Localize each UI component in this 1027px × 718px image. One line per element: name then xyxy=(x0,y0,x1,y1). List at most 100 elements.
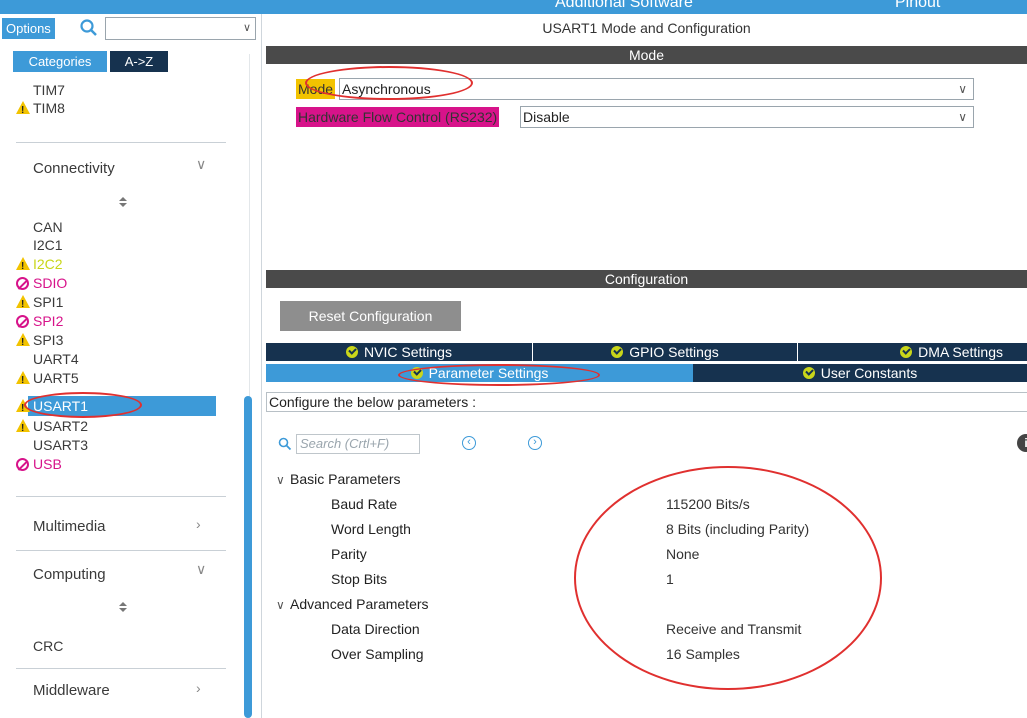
search-icon[interactable] xyxy=(78,17,100,39)
group-basic-parameters[interactable]: ∨ Basic Parameters xyxy=(276,471,400,487)
sidebar: Options ∨ Categories A->Z TIM7 TIM8 Conn… xyxy=(0,14,262,718)
scrollbar-thumb[interactable] xyxy=(244,396,252,718)
warning-icon xyxy=(16,419,31,437)
param-value[interactable]: None xyxy=(666,546,699,562)
mode-label: Mode xyxy=(296,79,336,99)
page-title: USART1 Mode and Configuration xyxy=(542,20,751,36)
chevron-down-icon[interactable]: ∨ xyxy=(196,156,206,173)
tree-item-label: USART2 xyxy=(33,418,88,434)
tree-item-uart5[interactable]: UART5 xyxy=(16,370,79,389)
chevron-down-icon[interactable]: ∨ xyxy=(196,561,206,578)
tree-item-label: I2C2 xyxy=(33,256,63,272)
chevron-down-icon[interactable]: ∨ xyxy=(243,21,251,34)
tab-parameter-settings[interactable]: Parameter Settings xyxy=(266,364,693,382)
flow-control-label: Hardware Flow Control (RS232) xyxy=(296,107,500,127)
tree-item-tim7[interactable]: TIM7 xyxy=(33,82,65,99)
options-row: Options ∨ xyxy=(0,14,261,42)
tree-item-label: USB xyxy=(33,456,62,472)
tree-item-i2c2[interactable]: I2C2 xyxy=(16,256,63,275)
categories-button[interactable]: Categories xyxy=(13,51,107,72)
param-value[interactable]: 8 Bits (including Parity) xyxy=(666,521,809,537)
tree-item-spi2[interactable]: SPI2 xyxy=(16,313,64,330)
chevron-down-icon[interactable]: ∨ xyxy=(958,107,967,127)
pinout-tab[interactable]: Pinout xyxy=(895,0,940,12)
check-icon xyxy=(611,346,624,358)
divider xyxy=(16,496,226,497)
tree-item-i2c1[interactable]: I2C1 xyxy=(33,237,63,254)
category-middleware[interactable]: Middleware xyxy=(33,682,110,699)
search-icon xyxy=(278,437,292,451)
tab-dma-settings[interactable]: DMA Settings xyxy=(798,343,1027,361)
divider xyxy=(16,550,226,551)
configuration-header: Configuration xyxy=(266,270,1027,288)
tab-nvic-settings[interactable]: NVIC Settings xyxy=(266,343,532,361)
flow-control-value: Disable xyxy=(523,109,570,125)
chevron-down-icon[interactable]: ∨ xyxy=(958,79,967,99)
options-button[interactable]: Options xyxy=(2,18,55,39)
tree-item-usart3[interactable]: USART3 xyxy=(33,437,88,454)
warning-icon xyxy=(16,399,31,417)
a-to-z-button[interactable]: A->Z xyxy=(110,51,168,72)
previous-icon[interactable]: ‹ xyxy=(462,436,476,450)
mode-select[interactable]: Asynchronous ∨ xyxy=(339,78,974,100)
tab-label: NVIC Settings xyxy=(364,344,452,360)
tab-gpio-settings[interactable]: GPIO Settings xyxy=(533,343,797,361)
additional-software-tab[interactable]: Additional Software xyxy=(555,0,693,12)
parameter-search-input[interactable]: Search (Crtl+F) xyxy=(296,434,420,454)
tree-item-label: UART5 xyxy=(33,370,79,386)
param-name: Data Direction xyxy=(331,621,420,637)
tree-item-usart2[interactable]: USART2 xyxy=(16,418,88,437)
group-advanced-parameters[interactable]: ∨ Advanced Parameters xyxy=(276,596,429,612)
category-connectivity[interactable]: Connectivity xyxy=(33,160,115,177)
info-icon[interactable]: i xyxy=(1017,434,1027,452)
flow-control-select[interactable]: Disable ∨ xyxy=(520,106,974,128)
param-name: Stop Bits xyxy=(331,571,388,587)
chevron-right-icon[interactable]: › xyxy=(196,516,201,532)
disabled-icon xyxy=(16,458,29,471)
param-value[interactable]: 16 Samples xyxy=(666,646,740,662)
configure-instructions: Configure the below parameters : xyxy=(266,392,1027,412)
tree-item-spi1[interactable]: SPI1 xyxy=(16,294,63,313)
warning-icon xyxy=(16,257,31,275)
mode-row: Mode Asynchronous ∨ xyxy=(296,78,974,100)
tab-user-constants[interactable]: User Constants xyxy=(693,364,1027,382)
tree-item-label: SPI2 xyxy=(33,313,64,329)
warning-icon xyxy=(16,101,31,119)
category-multimedia[interactable]: Multimedia xyxy=(33,518,106,535)
param-value[interactable]: Receive and Transmit xyxy=(666,621,801,637)
tree-item-label: SDIO xyxy=(33,275,68,291)
tree-item-tim8[interactable]: TIM8 xyxy=(16,100,65,119)
check-icon xyxy=(346,346,359,358)
tree-item-can[interactable]: CAN xyxy=(33,219,63,236)
reset-configuration-button[interactable]: Reset Configuration xyxy=(280,301,461,331)
disabled-icon xyxy=(16,315,29,328)
chevron-down-icon[interactable]: ∨ xyxy=(276,598,290,612)
param-value[interactable]: 1 xyxy=(666,571,674,587)
tree-item-uart4[interactable]: UART4 xyxy=(33,351,79,368)
tree-item-crc[interactable]: CRC xyxy=(33,638,63,655)
param-name: Over Sampling xyxy=(331,646,424,662)
divider xyxy=(16,142,226,143)
next-icon[interactable]: › xyxy=(528,436,542,450)
warning-icon xyxy=(16,295,31,313)
category-computing[interactable]: Computing xyxy=(33,566,106,583)
param-name: Word Length xyxy=(331,521,411,537)
divider xyxy=(16,668,226,669)
sort-icon[interactable] xyxy=(117,601,129,613)
tab-label: User Constants xyxy=(820,365,918,381)
tree-item-usb[interactable]: USB xyxy=(16,456,62,473)
tab-label: Parameter Settings xyxy=(428,365,549,381)
group-label: Advanced Parameters xyxy=(290,596,429,612)
tree-item-sdio[interactable]: SDIO xyxy=(16,275,68,292)
chevron-down-icon[interactable]: ∨ xyxy=(276,473,290,487)
main-panel: USART1 Mode and Configuration Mode Mode … xyxy=(266,14,1027,718)
param-value[interactable]: 115200 Bits/s xyxy=(666,496,750,512)
tree-item-spi3[interactable]: SPI3 xyxy=(16,332,63,351)
sort-icon[interactable] xyxy=(117,196,129,208)
warning-icon xyxy=(16,371,31,389)
tree-item-label: USART1 xyxy=(33,398,88,414)
param-name: Parity xyxy=(331,546,367,562)
search-input[interactable]: ∨ xyxy=(105,17,256,40)
tree-item-usart1[interactable]: USART1 xyxy=(16,398,88,417)
chevron-right-icon[interactable]: › xyxy=(196,680,201,696)
